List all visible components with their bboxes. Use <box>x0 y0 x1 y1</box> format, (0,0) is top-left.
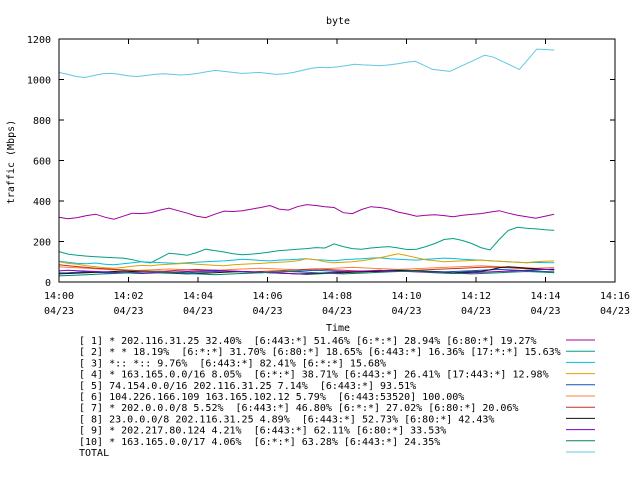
y-tick-label: 400 <box>33 197 51 208</box>
legend-label: [ 6] 104.226.166.109 163.165.102.12 5.79… <box>79 392 464 403</box>
legend-label: [ 8] 23.0.0.0/8 202.116.31.25 4.89% [6:4… <box>79 414 494 425</box>
legend-label: [10] * 163.165.0.0/17 4.06% [6:*:*] 63.2… <box>79 437 440 448</box>
legend-label: [ 3] *:: *:: 9.76% [6:443:*] 82.41% [6:*… <box>79 358 386 369</box>
y-tick-label: 1000 <box>27 76 51 87</box>
y-tick-label: 600 <box>33 157 51 168</box>
x-tick-time: 14:14 <box>530 291 560 302</box>
y-tick-label: 200 <box>33 238 51 249</box>
legend-label: TOTAL <box>79 448 109 459</box>
x-tick-date: 04/23 <box>530 306 560 317</box>
x-tick-time: 14:00 <box>44 291 74 302</box>
x-tick-date: 04/23 <box>600 306 630 317</box>
legend-label: [ 4] * 163.165.0.0/16 8.05% [6:*:*] 38.7… <box>79 370 549 381</box>
y-tick-label: 800 <box>33 116 51 127</box>
series-line-11 <box>58 48 555 79</box>
x-tick-time: 14:10 <box>391 291 421 302</box>
y-axis-label: traffic (Mbps) <box>6 120 17 204</box>
legend-label: [ 7] * 202.0.0.0/8 5.52% [6:443:*] 46.80… <box>79 403 519 414</box>
y-tick-label: 1200 <box>27 35 51 46</box>
y-axis-ticks: 0 200 400 600 800 1000 1200 <box>27 35 615 289</box>
x-tick-date: 04/23 <box>322 306 352 317</box>
x-tick-date: 04/23 <box>113 306 143 317</box>
chart-title: byte <box>326 16 350 27</box>
chart-legend: [ 1] * 202.116.31.25 32.40% [6:443:*] 51… <box>79 336 595 459</box>
legend-label: [ 2] * * 18.19% [6:*:*] 31.70% [6:80:*] … <box>79 347 561 358</box>
plot-series <box>58 48 555 277</box>
series-line-1 <box>58 204 555 220</box>
x-tick-time: 14:08 <box>322 291 352 302</box>
x-axis-ticks: 14:00 04/23 14:02 04/23 14:04 04/23 14:06 04/23… <box>44 39 630 317</box>
y-tick-label: 0 <box>45 278 51 289</box>
legend-label: [ 9] * 202.217.80.124 4.21% [6:443:*] 62… <box>79 426 446 437</box>
x-axis-label: Time <box>326 323 350 334</box>
x-tick-time: 14:04 <box>183 291 213 302</box>
x-tick-date: 04/23 <box>183 306 213 317</box>
series-line-2 <box>58 226 555 264</box>
x-tick-date: 04/23 <box>44 306 74 317</box>
x-tick-date: 04/23 <box>461 306 491 317</box>
x-tick-time: 14:16 <box>600 291 630 302</box>
legend-label: [ 1] * 202.116.31.25 32.40% [6:443:*] 51… <box>79 336 537 347</box>
x-tick-date: 04/23 <box>252 306 282 317</box>
x-tick-date: 04/23 <box>391 306 421 317</box>
legend-label: [ 5] 74.154.0.0/16 202.116.31.25 7.14% [… <box>79 381 416 392</box>
x-tick-time: 14:06 <box>252 291 282 302</box>
x-tick-time: 14:02 <box>113 291 143 302</box>
x-tick-time: 14:12 <box>461 291 491 302</box>
traffic-chart: byte traffic (Mbps) Time 0 200 400 600 800 10… <box>6 16 630 459</box>
